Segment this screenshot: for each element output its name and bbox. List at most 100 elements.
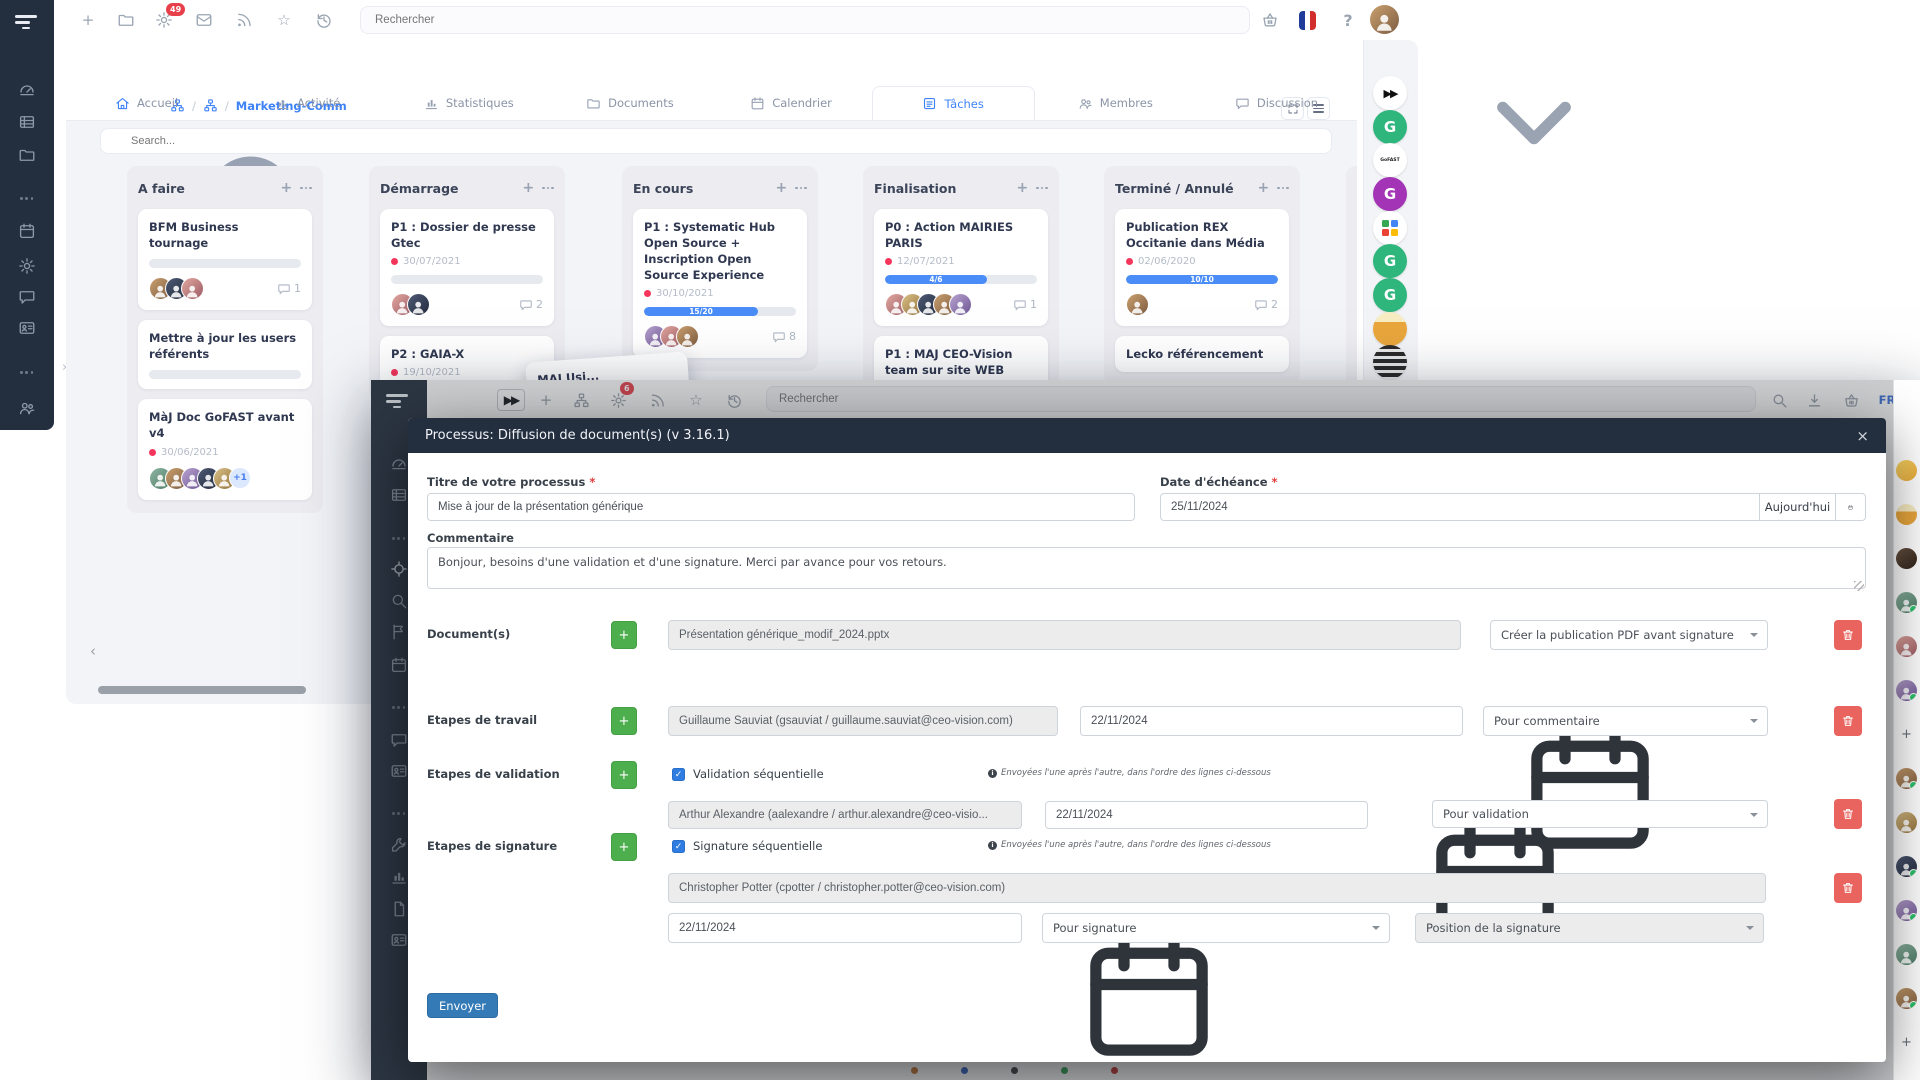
task-card[interactable]: P1 : Dossier de presse Gtec 30/07/2021 2 — [380, 209, 554, 326]
room-ff-avatar[interactable]: ▶▶ — [1373, 76, 1407, 110]
contact-avatar[interactable] — [1896, 900, 1917, 921]
sidebar-gear-icon[interactable] — [18, 257, 36, 275]
validation-user-input[interactable] — [668, 801, 1022, 829]
contact-avatar[interactable] — [1896, 988, 1917, 1009]
add-signature-step-button[interactable]: + — [611, 833, 637, 861]
delete-signature-step-button[interactable] — [1834, 873, 1862, 903]
task-card[interactable]: MàJ Doc GoFAST avant v4 30/06/2021 +1 — [138, 399, 312, 499]
task-card[interactable]: Mettre à jour les users référents — [138, 320, 312, 389]
contact-avatar[interactable] — [1896, 768, 1917, 789]
language-flag-fr[interactable] — [1299, 11, 1316, 30]
tab-statistiques[interactable]: Statistiques — [388, 86, 549, 120]
sidebar-contacts-icon[interactable] — [18, 319, 36, 337]
validation-action-select[interactable]: Pour validation — [1432, 800, 1768, 828]
add-document-button[interactable]: + — [611, 621, 637, 649]
validation-date-input[interactable] — [1045, 801, 1368, 829]
column-menu-button[interactable] — [542, 177, 554, 199]
room-g-avatar[interactable]: G — [1373, 244, 1407, 278]
room-beer-avatar[interactable] — [1373, 312, 1407, 346]
calendar-icon[interactable] — [1440, 715, 1453, 728]
contact-avatar[interactable] — [1896, 636, 1917, 657]
add-contact-button[interactable]: + — [1896, 1032, 1917, 1053]
room-gofast-avatar[interactable]: GoFAST — [1373, 143, 1407, 177]
sidebar-list-icon[interactable] — [18, 113, 36, 131]
tab-discussion[interactable]: Discussion — [1196, 86, 1357, 120]
signature-position-select[interactable]: Position de la signature — [1415, 913, 1764, 943]
contact-avatar[interactable] — [1896, 504, 1917, 525]
sidebar-more-dots[interactable] — [20, 371, 33, 374]
room-g-avatar[interactable]: G — [1373, 110, 1407, 144]
calendar-icon[interactable] — [999, 922, 1012, 935]
document-action-select[interactable]: Créer la publication PDF avant signature — [1490, 620, 1768, 650]
folders-icon[interactable] — [116, 10, 136, 30]
add-card-button[interactable]: + — [280, 180, 292, 196]
add-work-step-button[interactable]: + — [611, 707, 637, 735]
work-user-input[interactable] — [668, 706, 1058, 736]
task-card[interactable]: Lecko référencement — [1115, 336, 1289, 372]
room-books-avatar[interactable] — [1373, 345, 1407, 379]
signature-user-input[interactable] — [668, 873, 1766, 903]
tab-calendrier[interactable]: Calendrier — [711, 86, 872, 120]
contact-avatar[interactable] — [1896, 460, 1917, 481]
document-file-input[interactable] — [668, 620, 1461, 650]
work-date-input[interactable] — [1080, 706, 1463, 736]
resize-handle[interactable] — [1854, 581, 1864, 591]
favorites-star-icon[interactable]: ☆ — [274, 10, 294, 30]
task-card[interactable]: Publication REX Occitanie dans Média 02/… — [1115, 209, 1289, 326]
contact-avatar[interactable] — [1896, 548, 1917, 569]
sidebar-users-icon[interactable] — [18, 399, 36, 417]
search-icon[interactable] — [1900, 427, 1914, 441]
new-content-button[interactable]: + — [78, 10, 98, 30]
due-date-input[interactable] — [1160, 493, 1760, 521]
mail-icon[interactable] — [194, 10, 214, 30]
card-comments[interactable]: 8 — [772, 330, 796, 344]
send-button[interactable]: Envoyer — [427, 993, 498, 1018]
comment-textarea[interactable]: Bonjour, besoins d'une validation et d'u… — [427, 547, 1866, 589]
user-avatar[interactable] — [1370, 5, 1399, 34]
room-g-purple-avatar[interactable]: G — [1373, 177, 1407, 211]
more-avatars-badge[interactable]: +1 — [229, 467, 251, 489]
delete-validation-step-button[interactable] — [1834, 799, 1862, 829]
sidebar-chat-icon[interactable] — [18, 288, 36, 306]
room-apps-avatar[interactable] — [1373, 211, 1407, 245]
signature-sequential-checkbox[interactable]: ✓ — [672, 840, 685, 853]
room-g-avatar[interactable]: G — [1373, 278, 1407, 312]
card-comments[interactable]: 1 — [277, 282, 301, 296]
tab-accueil[interactable]: Accueil — [66, 86, 227, 120]
contact-avatar[interactable] — [1896, 680, 1917, 701]
history-icon[interactable] — [314, 10, 334, 30]
tab-activite[interactable]: Activité — [227, 86, 388, 120]
contact-avatar[interactable] — [1896, 944, 1917, 965]
card-comments[interactable]: 2 — [519, 298, 543, 312]
help-icon[interactable]: ? — [1338, 10, 1358, 30]
add-card-button[interactable]: + — [1016, 180, 1028, 196]
process-title-input[interactable] — [427, 493, 1135, 521]
today-button[interactable]: Aujourd'hui — [1760, 493, 1836, 521]
close-icon[interactable]: × — [1856, 427, 1869, 445]
contact-avatar[interactable] — [1896, 812, 1917, 833]
card-comments[interactable]: 1 — [1013, 298, 1037, 312]
menu-burger-icon[interactable] — [15, 12, 39, 33]
card-comments[interactable]: 2 — [1254, 298, 1278, 312]
task-card[interactable]: BFM Business tournage 1 — [138, 209, 312, 310]
work-action-select[interactable]: Pour commentaire — [1483, 706, 1768, 736]
global-search-input[interactable] — [360, 6, 1250, 34]
tab-taches[interactable]: Tâches — [872, 86, 1035, 120]
sidebar-more-dots[interactable] — [20, 197, 33, 200]
add-validation-step-button[interactable]: + — [611, 761, 637, 789]
column-menu-button[interactable] — [1277, 177, 1289, 199]
tab-documents[interactable]: Documents — [549, 86, 710, 120]
add-card-button[interactable]: + — [522, 180, 534, 196]
validation-sequential-checkbox[interactable]: ✓ — [672, 768, 685, 781]
chevron-down-icon[interactable] — [1384, 48, 1397, 61]
rss-icon[interactable] — [234, 10, 254, 30]
horizontal-scrollbar-thumb[interactable] — [98, 686, 306, 694]
calendar-icon[interactable] — [1345, 809, 1358, 822]
sidebar-calendar-icon[interactable] — [18, 222, 36, 240]
contact-avatar[interactable] — [1896, 592, 1917, 613]
column-menu-button[interactable] — [1036, 177, 1048, 199]
contact-avatar[interactable] — [1896, 856, 1917, 877]
add-card-button[interactable]: + — [1257, 180, 1269, 196]
task-card[interactable]: P1 : Systematic Hub Open Source + Inscri… — [633, 209, 807, 358]
sidebar-dashboard-icon[interactable] — [18, 80, 36, 98]
